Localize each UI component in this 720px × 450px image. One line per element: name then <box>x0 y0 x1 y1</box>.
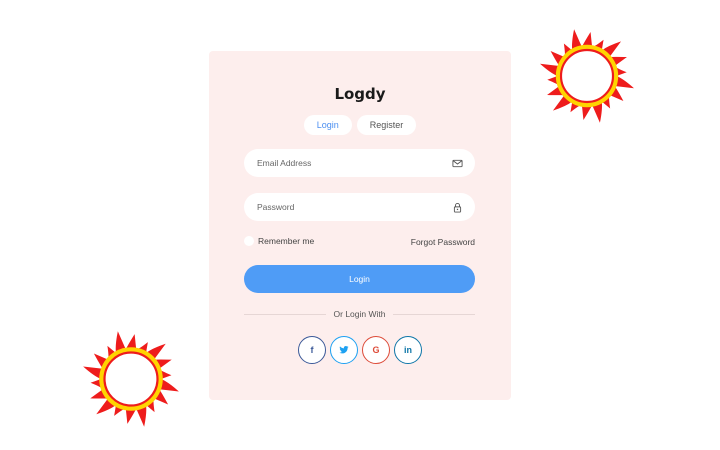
social-login-buttons: f G in <box>209 336 511 364</box>
email-field <box>244 149 475 177</box>
envelope-icon <box>452 159 463 168</box>
auth-tabs: Login Register <box>209 115 511 135</box>
divider-line-right <box>393 314 475 315</box>
tab-login[interactable]: Login <box>303 115 352 135</box>
facebook-login-button[interactable]: f <box>298 336 326 364</box>
social-divider: Or Login With <box>244 308 475 320</box>
brand-logo: Logdy <box>334 85 386 103</box>
sun-core <box>559 48 615 104</box>
tab-register[interactable]: Register <box>356 115 417 135</box>
login-card: Logdy Login Register Remember me Forgot … <box>209 51 511 400</box>
password-field <box>244 193 475 221</box>
google-login-button[interactable]: G <box>362 336 390 364</box>
email-input[interactable] <box>244 149 434 177</box>
password-input[interactable] <box>244 193 434 221</box>
remember-checkbox[interactable] <box>244 236 254 246</box>
facebook-icon: f <box>310 345 314 355</box>
login-options: Remember me Forgot Password <box>244 236 475 250</box>
login-button[interactable]: Login <box>244 265 475 293</box>
sun-decoration-bottom <box>83 331 179 427</box>
sun-decoration-top <box>540 29 634 123</box>
twitter-icon <box>339 346 349 354</box>
linkedin-icon: in <box>404 345 412 355</box>
twitter-login-button[interactable] <box>330 336 358 364</box>
lock-icon <box>453 203 462 213</box>
google-icon: G <box>372 345 380 355</box>
remember-me[interactable]: Remember me <box>244 236 314 246</box>
remember-label: Remember me <box>258 236 315 246</box>
linkedin-login-button[interactable]: in <box>394 336 422 364</box>
sun-core <box>103 351 159 407</box>
forgot-password-link[interactable]: Forgot Password <box>411 237 475 247</box>
